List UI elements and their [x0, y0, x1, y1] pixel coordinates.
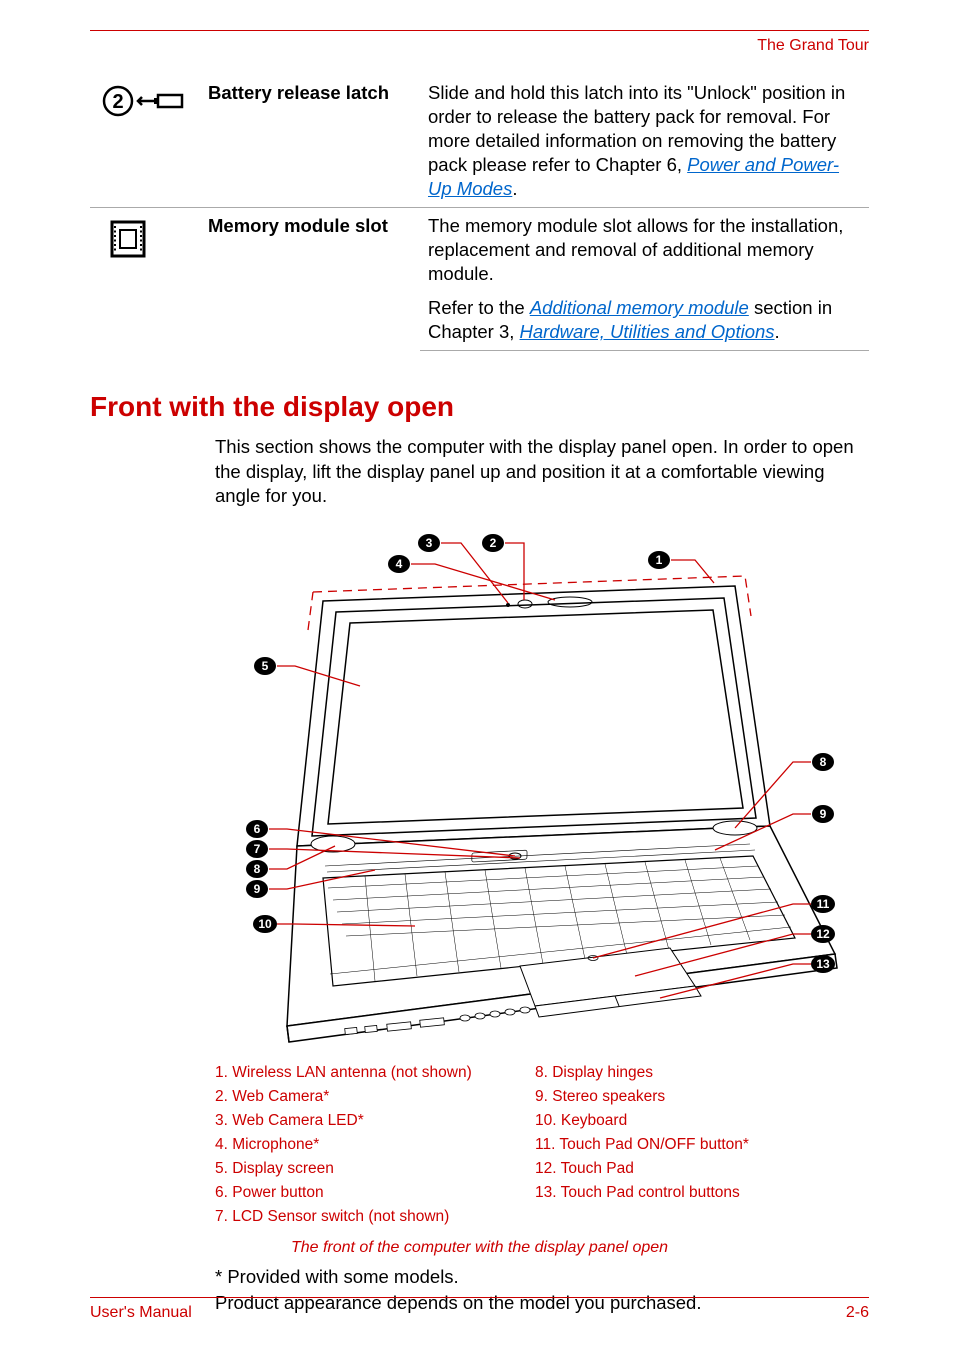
footer-right: 2-6 — [846, 1304, 869, 1322]
page-footer: User's Manual 2-6 — [90, 1297, 869, 1322]
callout-legend: 1. Wireless LAN antenna (not shown)8. Di… — [215, 1061, 855, 1229]
desc-battery-latch: Slide and hold this latch into its "Unlo… — [420, 75, 869, 208]
svg-text:4: 4 — [396, 557, 403, 571]
svg-text:6: 6 — [254, 822, 261, 836]
link-additional-memory[interactable]: Additional memory module — [530, 297, 749, 318]
desc-memory-slot-b: Refer to the Additional memory module se… — [420, 290, 869, 351]
svg-text:12: 12 — [816, 927, 830, 941]
definition-table: 2 Battery release latch Slide and hold t… — [90, 75, 869, 351]
header-rule — [90, 30, 869, 31]
desc-memory-slot-a: The memory module slot allows for the in… — [420, 208, 869, 291]
footnote-asterisk: * Provided with some models. — [215, 1265, 869, 1289]
svg-text:5: 5 — [262, 659, 269, 673]
figure-caption: The front of the computer with the displ… — [90, 1239, 869, 1257]
svg-text:9: 9 — [254, 882, 261, 896]
svg-text:8: 8 — [820, 755, 827, 769]
svg-text:11: 11 — [817, 897, 830, 911]
footer-left: User's Manual — [90, 1304, 192, 1322]
intro-paragraph: This section shows the computer with the… — [215, 435, 869, 507]
header-section: The Grand Tour — [90, 37, 869, 55]
laptop-diagram: 1 2 3 4 5 6 7 8 8 9 9 10 11 12 13 — [215, 526, 855, 1051]
term-memory-slot: Memory module slot — [200, 208, 420, 351]
svg-text:2: 2 — [112, 91, 123, 113]
section-heading: Front with the display open — [90, 391, 869, 423]
svg-text:7: 7 — [254, 842, 261, 856]
battery-latch-icon: 2 — [98, 81, 192, 121]
svg-text:8: 8 — [254, 862, 261, 876]
svg-text:3: 3 — [426, 536, 433, 550]
link-hardware-utilities[interactable]: Hardware, Utilities and Options — [520, 321, 775, 342]
memory-chip-icon — [98, 214, 192, 264]
svg-text:1: 1 — [656, 553, 663, 567]
svg-text:10: 10 — [258, 917, 272, 931]
svg-text:13: 13 — [816, 957, 830, 971]
svg-text:2: 2 — [490, 536, 497, 550]
svg-text:9: 9 — [820, 807, 827, 821]
term-battery-latch: Battery release latch — [200, 75, 420, 208]
